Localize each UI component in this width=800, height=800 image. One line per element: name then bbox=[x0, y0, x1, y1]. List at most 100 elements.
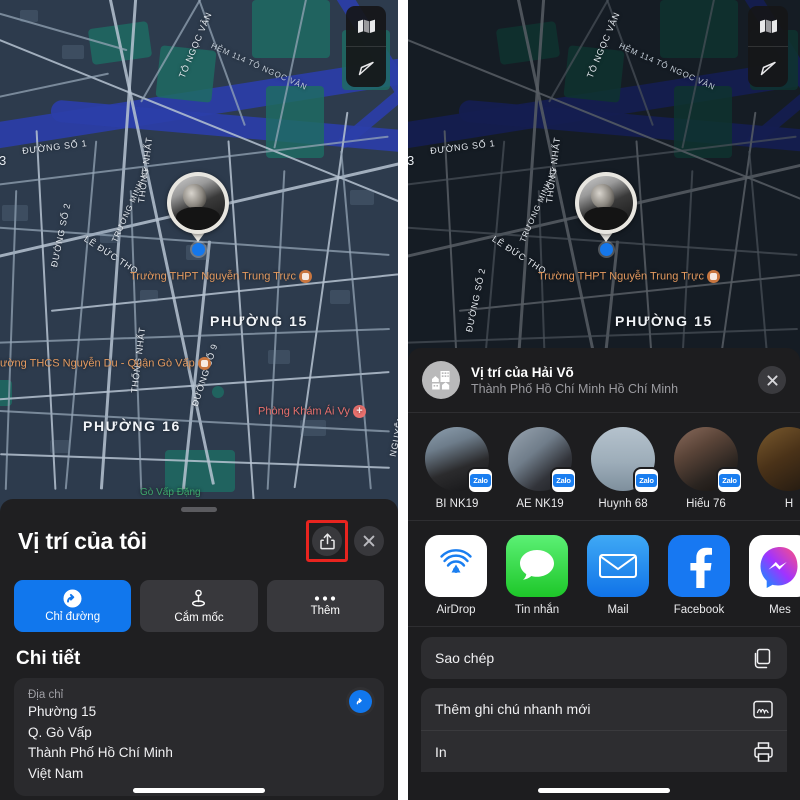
street-label: 3 bbox=[0, 153, 7, 168]
ward-label: PHƯỜNG 15 bbox=[210, 313, 308, 329]
locate-me-button[interactable] bbox=[748, 47, 788, 87]
list-item[interactable]: Mail bbox=[587, 535, 649, 616]
home-indicator bbox=[538, 788, 670, 793]
close-button[interactable] bbox=[354, 526, 384, 556]
printer-icon bbox=[754, 741, 773, 762]
maps-place-thumbnail bbox=[422, 361, 460, 399]
address-directions-button[interactable] bbox=[349, 690, 372, 713]
clinic-pin-icon bbox=[352, 405, 366, 418]
facebook-app-icon bbox=[668, 535, 730, 597]
poi-label[interactable]: Phòng Khám Ái Vy bbox=[258, 405, 366, 419]
close-icon bbox=[766, 374, 778, 386]
badge-label: Zalo bbox=[553, 474, 574, 487]
contacts-row[interactable]: Zalo BI NK19 Zalo AE NK19 Zalo Huynh 68 … bbox=[408, 413, 800, 521]
avatar: Zalo bbox=[591, 427, 658, 492]
directions-button[interactable]: Chỉ đường bbox=[14, 580, 132, 632]
share-target-info: Vị trí của Hải Võ Thành Phố Hồ Chí Minh … bbox=[471, 365, 747, 396]
list-item[interactable]: Mes bbox=[749, 535, 800, 616]
avatar bbox=[575, 172, 637, 234]
messages-app-icon bbox=[506, 535, 568, 597]
ellipsis-icon bbox=[315, 596, 336, 601]
messenger-icon bbox=[760, 547, 798, 588]
airdrop-app-icon bbox=[425, 535, 487, 597]
school-pin-icon bbox=[197, 357, 211, 370]
location-dot bbox=[191, 243, 205, 256]
poi-label[interactable]: Trường THCS Nguyễn Du - Quận Gò Vấp bbox=[0, 357, 211, 371]
mark-location-button[interactable]: Cắm mốc bbox=[140, 580, 258, 632]
right-screen: TÔ NGỌC VÂN HẺM 114 TÔ NGỌC VÂN ĐƯỜNG SỐ… bbox=[408, 0, 800, 800]
action-label: Thêm ghi chú nhanh mới bbox=[435, 701, 591, 717]
contact-name: BI NK19 bbox=[435, 498, 479, 510]
page-title: Vị trí của tôi bbox=[18, 527, 147, 554]
badge-label: Zalo bbox=[470, 474, 491, 487]
location-dot bbox=[599, 243, 613, 256]
app-name: Mail bbox=[607, 604, 629, 616]
quick-note-action-row[interactable]: Thêm ghi chú nhanh mới bbox=[421, 688, 787, 730]
park-area bbox=[165, 450, 235, 492]
user-location-pin[interactable] bbox=[575, 172, 637, 256]
app-badge: Zalo bbox=[469, 469, 492, 492]
dual-screenshot-container: TÔ NGỌC VÂN HẺM 114 TÔ NGỌC VÂN ĐƯỜNG SỐ… bbox=[0, 0, 800, 800]
home-indicator bbox=[133, 788, 265, 793]
share-subtitle: Thành Phố Hồ Chí Minh Hồ Chí Minh bbox=[471, 381, 679, 396]
left-screen: TÔ NGỌC VÂN HẺM 114 TÔ NGỌC VÂN ĐƯỜNG SỐ… bbox=[0, 0, 398, 800]
apps-row[interactable]: AirDrop Tin nhắn Mail Facebook Mes bbox=[408, 521, 800, 627]
facebook-icon bbox=[690, 547, 712, 588]
avatar bbox=[757, 427, 800, 491]
screen-divider bbox=[398, 0, 408, 800]
print-action-row[interactable]: In bbox=[421, 730, 787, 772]
address-line: Q. Gò Vấp bbox=[28, 724, 92, 740]
map-layers-icon bbox=[759, 19, 777, 33]
contact-name: Hiếu 76 bbox=[686, 498, 726, 510]
road bbox=[64, 140, 97, 490]
school-pin-icon bbox=[299, 270, 313, 283]
address-card[interactable]: Địa chỉ Phường 15 Q. Gò Vấp Thành Phố Hồ… bbox=[14, 678, 384, 797]
map-layers-button[interactable] bbox=[748, 6, 788, 46]
list-item[interactable]: H bbox=[757, 427, 800, 510]
right-map-controls bbox=[748, 6, 788, 87]
app-badge: Zalo bbox=[718, 469, 741, 492]
list-item[interactable]: Zalo BI NK19 bbox=[425, 427, 492, 510]
contact-name: Huynh 68 bbox=[598, 498, 648, 510]
sheet-header: Vị trí của tôi bbox=[0, 512, 398, 562]
list-item[interactable]: Facebook bbox=[668, 535, 730, 616]
ward-label: PHƯỜNG 16 bbox=[83, 418, 181, 434]
road bbox=[266, 170, 285, 490]
app-name: AirDrop bbox=[436, 604, 476, 616]
pin-drop-icon bbox=[192, 589, 206, 607]
list-item[interactable]: Zalo AE NK19 bbox=[508, 427, 575, 510]
quick-note-icon bbox=[753, 700, 773, 718]
address-line: Thành Phố Hồ Chí Minh bbox=[28, 745, 173, 761]
road bbox=[0, 328, 390, 344]
poi-label[interactable]: Trường THPT Nguyễn Trung Trực bbox=[538, 270, 721, 284]
share-button[interactable] bbox=[312, 526, 342, 556]
copy-icon bbox=[754, 648, 771, 668]
contact-name: H bbox=[784, 498, 794, 510]
place-detail-sheet: Vị trí của tôi Chỉ đường Cắm mốc Thêm Ch… bbox=[0, 499, 398, 800]
more-button[interactable]: Thêm bbox=[266, 580, 384, 632]
list-item[interactable]: Zalo Huynh 68 bbox=[591, 427, 658, 510]
share-title: Vị trí của Hải Võ bbox=[471, 364, 574, 380]
address-label: Địa chỉ bbox=[28, 689, 64, 701]
poi-label[interactable]: Trường THPT Nguyễn Trung Trực bbox=[130, 270, 313, 284]
copy-action-row[interactable]: Sao chép bbox=[421, 637, 787, 679]
locate-me-button[interactable] bbox=[346, 47, 386, 87]
poi-label: Gò Vấp Đặng bbox=[140, 487, 201, 500]
park-area bbox=[252, 0, 330, 58]
avatar bbox=[167, 172, 229, 234]
close-button[interactable] bbox=[758, 366, 786, 394]
left-map-controls bbox=[346, 6, 386, 87]
list-item[interactable]: AirDrop bbox=[425, 535, 487, 616]
close-icon bbox=[363, 535, 375, 547]
user-location-pin[interactable] bbox=[167, 172, 229, 256]
mail-icon bbox=[599, 554, 637, 578]
action-label: Cắm mốc bbox=[174, 611, 224, 624]
app-badge: Zalo bbox=[552, 469, 575, 492]
road bbox=[4, 190, 17, 490]
list-item[interactable]: Tin nhắn bbox=[506, 535, 568, 616]
avatar: Zalo bbox=[425, 427, 492, 492]
poi-name: Gò Vấp Đặng bbox=[140, 487, 201, 498]
contact-name: AE NK19 bbox=[516, 498, 564, 510]
map-layers-button[interactable] bbox=[346, 6, 386, 46]
list-item[interactable]: Zalo Hiếu 76 bbox=[674, 427, 741, 510]
